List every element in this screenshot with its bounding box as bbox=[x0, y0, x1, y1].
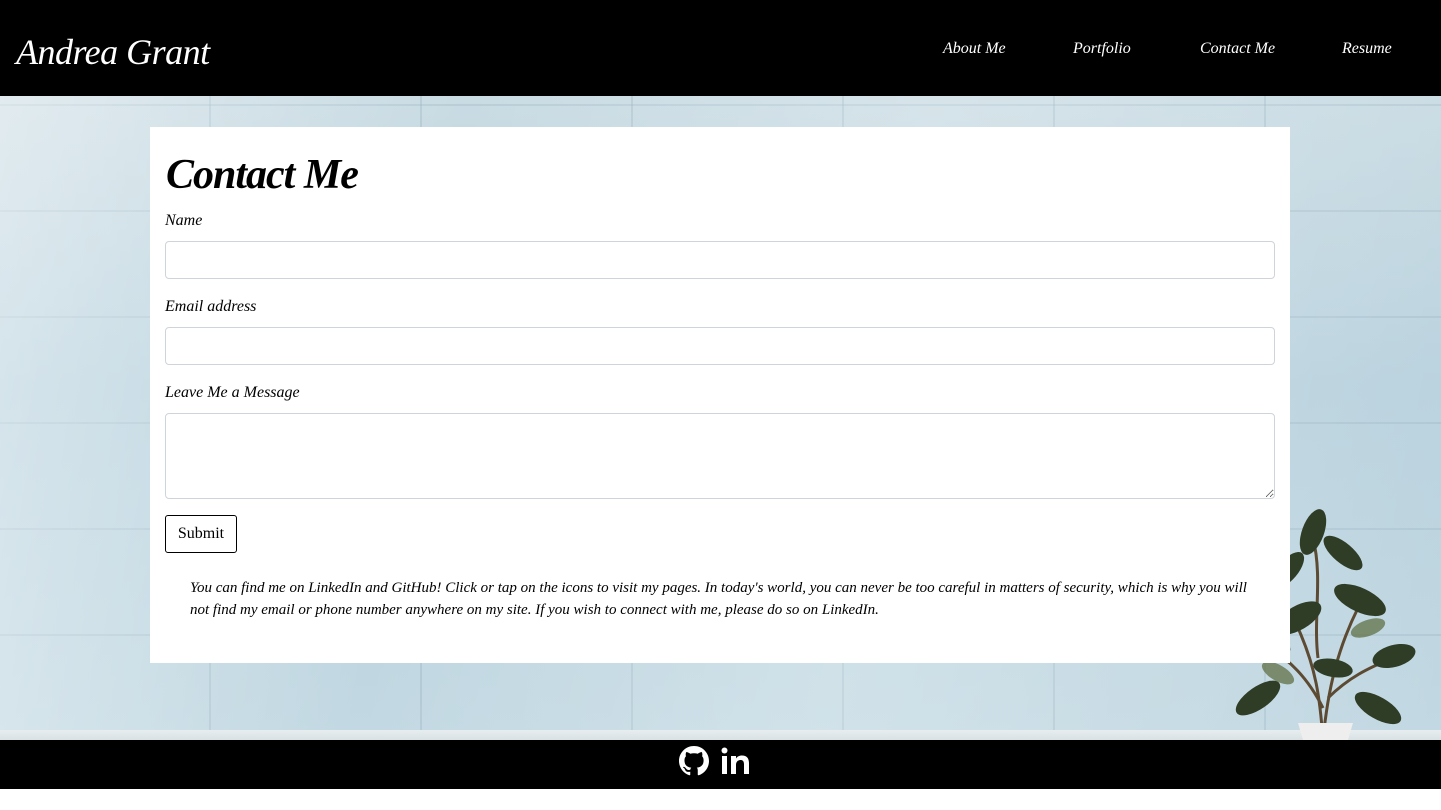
linkedin-icon[interactable] bbox=[720, 746, 752, 776]
navbar: Andrea Grant About Me Portfolio Contact … bbox=[0, 0, 1441, 96]
page-title: Contact Me bbox=[166, 152, 359, 198]
background-floor bbox=[0, 730, 1441, 740]
message-textarea[interactable] bbox=[165, 413, 1275, 499]
nav-link-portfolio[interactable]: Portfolio bbox=[1073, 39, 1131, 59]
contact-card: Contact Me Name Email address Leave Me a… bbox=[150, 127, 1290, 663]
contact-note: You can find me on LinkedIn and GitHub! … bbox=[190, 580, 1247, 618]
nav-link-resume[interactable]: Resume bbox=[1342, 39, 1392, 59]
email-label: Email address bbox=[165, 298, 257, 315]
nav-link-contact-me[interactable]: Contact Me bbox=[1200, 39, 1275, 59]
github-icon[interactable] bbox=[679, 746, 709, 776]
nav-link-about-me[interactable]: About Me bbox=[943, 39, 1006, 59]
email-input[interactable] bbox=[165, 327, 1275, 365]
name-label: Name bbox=[165, 212, 203, 229]
footer bbox=[0, 740, 1441, 789]
name-input[interactable] bbox=[165, 241, 1275, 279]
message-label: Leave Me a Message bbox=[165, 384, 300, 401]
submit-button[interactable]: Submit bbox=[165, 515, 237, 553]
brand-logo-text[interactable]: Andrea Grant bbox=[16, 30, 210, 74]
